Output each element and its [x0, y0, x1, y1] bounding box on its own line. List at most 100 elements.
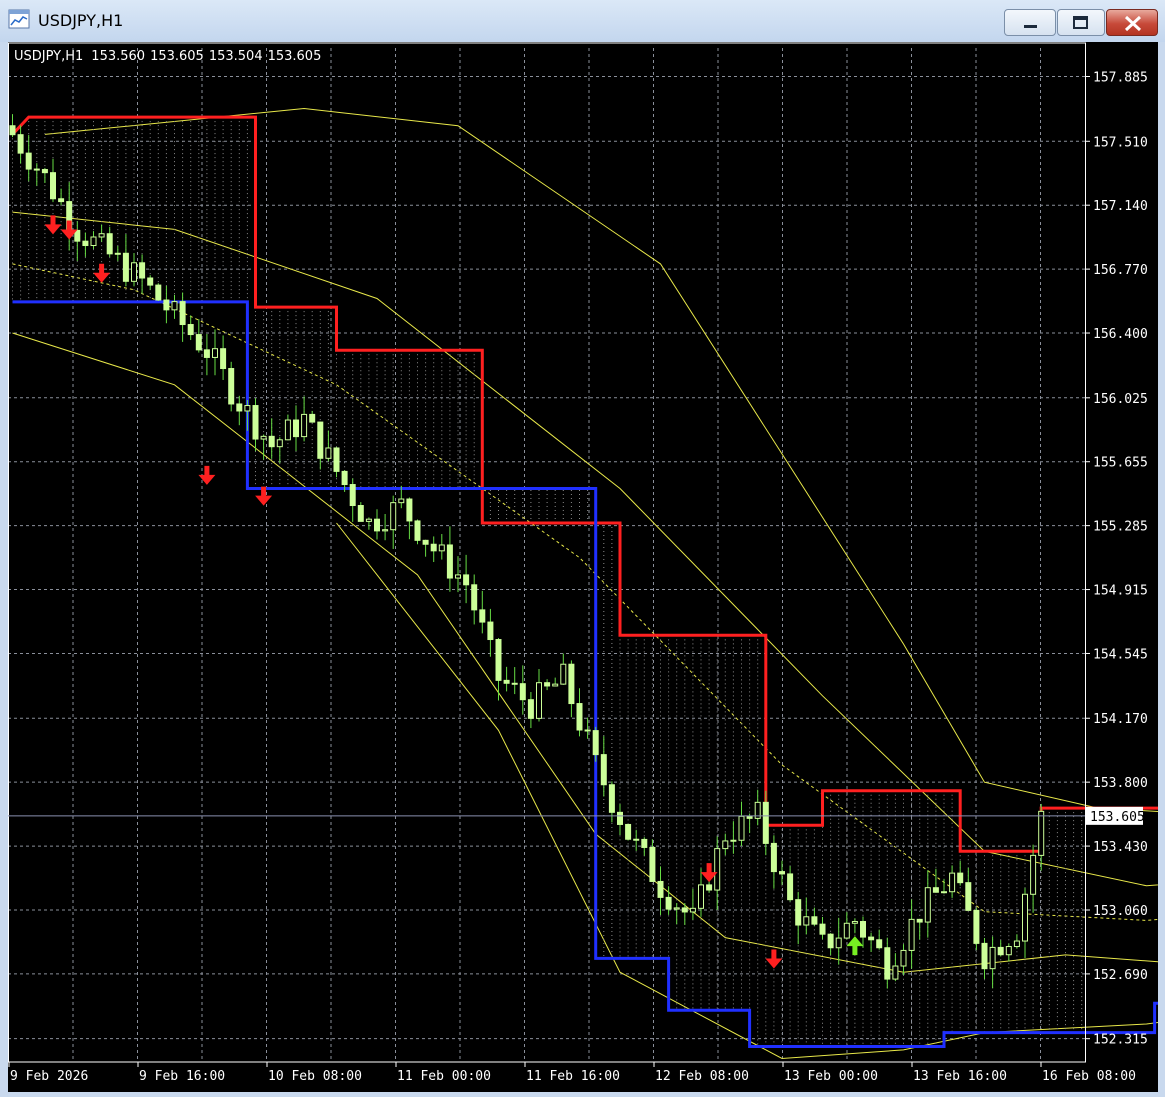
candle-down: [665, 896, 672, 910]
candle-up: [438, 544, 445, 552]
candle-up: [673, 907, 680, 910]
minimize-button[interactable]: [1004, 9, 1056, 36]
title-bar[interactable]: USDJPY,H1: [0, 0, 1165, 42]
candle-up: [365, 518, 372, 522]
x-tick-label: 13 Feb 00:00: [784, 1069, 878, 1084]
candle-down: [657, 880, 664, 898]
y-tick-label: 155.655: [1093, 456, 1148, 471]
candle-down: [406, 498, 413, 522]
candle-down: [414, 520, 421, 541]
candle-up: [455, 574, 461, 579]
symbol-label: USDJPY,H1: [14, 49, 83, 64]
close-button[interactable]: [1106, 9, 1158, 36]
candle-up: [98, 233, 105, 238]
candle-up: [924, 887, 931, 923]
candle-up: [284, 419, 291, 441]
current-price-label: 153.605: [1090, 810, 1145, 825]
candle-down: [779, 871, 785, 875]
candle-down: [568, 663, 575, 705]
candle-down: [203, 349, 210, 358]
candle-up: [260, 435, 267, 440]
candle-down: [819, 923, 826, 935]
candle-up: [949, 872, 956, 893]
candle-down: [503, 679, 510, 684]
candle-up: [301, 413, 308, 438]
y-tick-label: 154.545: [1093, 647, 1148, 662]
candle-up: [730, 839, 737, 842]
y-tick-label: 155.285: [1093, 520, 1148, 535]
x-tick-label: 16 Feb 08:00: [1042, 1069, 1136, 1084]
candle-down: [268, 435, 275, 448]
candle-down: [293, 419, 299, 438]
restore-icon: [1073, 16, 1088, 29]
candle-down: [236, 403, 243, 412]
candle-down: [957, 872, 964, 884]
candle-down: [795, 899, 802, 926]
ohlc-header: USDJPY,H1 153.560 153.605 153.504 153.605: [14, 49, 321, 64]
candle-down: [163, 299, 170, 311]
candle-down: [932, 887, 939, 893]
candle-down: [519, 683, 526, 701]
candle-down: [746, 815, 753, 819]
candle-up: [803, 916, 810, 926]
candle-down: [147, 277, 154, 286]
candle-down: [965, 882, 972, 911]
candle-up: [738, 815, 745, 841]
candle-up: [276, 439, 283, 448]
y-tick-label: 157.140: [1093, 199, 1148, 214]
x-tick-label: 11 Feb 16:00: [526, 1069, 620, 1084]
band-lower-inner: [12, 332, 1165, 973]
candle-down: [41, 169, 48, 174]
candle-down: [868, 936, 875, 941]
candle-down: [641, 838, 648, 848]
candle-up: [892, 965, 899, 980]
candle-up: [536, 682, 542, 719]
sell-arrow-icon: [198, 465, 216, 485]
close-value: 153.605: [268, 49, 322, 64]
y-tick-label: 156.400: [1093, 327, 1148, 342]
low-value: 153.504: [209, 49, 263, 64]
candle-up: [131, 262, 137, 282]
y-tick-label: 157.510: [1093, 135, 1148, 150]
candle-down: [916, 918, 923, 923]
candle-down: [139, 262, 146, 279]
candle-down: [860, 921, 866, 938]
candle-down: [981, 942, 988, 970]
candle-up: [382, 529, 389, 532]
candle-down: [341, 470, 348, 486]
candle-down: [600, 754, 607, 786]
candle-down: [228, 368, 235, 405]
candle-down: [463, 574, 470, 586]
chart-window-icon: [8, 9, 30, 29]
candle-down: [876, 939, 883, 949]
y-tick-label: 152.315: [1093, 1033, 1148, 1048]
stop-lines: [11, 115, 1165, 1048]
candle-down: [155, 284, 162, 301]
buy-arrow-icon: [846, 936, 864, 956]
terminal-window: USDJPY,H1 157.885 157.510 157.140 156.770 15…: [0, 0, 1165, 1097]
candle-down: [195, 334, 202, 351]
x-tick-label: 11 Feb 00:00: [397, 1069, 491, 1084]
candle-down: [220, 348, 227, 370]
candle-up: [835, 937, 842, 949]
candle-up: [244, 405, 251, 412]
candle-up: [941, 891, 947, 894]
candle-up: [114, 252, 121, 255]
candle-up: [1030, 854, 1037, 895]
candle-down: [592, 730, 599, 756]
sell-arrow-icon: [93, 263, 111, 283]
candle-up: [698, 884, 704, 909]
signal-arrows: [44, 215, 864, 969]
envelope-bands: [12, 107, 1165, 1060]
price-chart[interactable]: 157.885 157.510 157.140 156.770 156.400 156.0…: [8, 42, 1165, 1092]
y-tick-label: 153.060: [1093, 904, 1148, 919]
maximize-button[interactable]: [1057, 9, 1105, 36]
chart-canvas[interactable]: 157.885 157.510 157.140 156.770 156.400 156.0…: [8, 42, 1165, 1092]
candle-up: [908, 918, 915, 951]
candle-up: [325, 447, 332, 459]
candle-up: [900, 949, 907, 967]
candle-down: [608, 784, 615, 813]
candle-up: [90, 236, 97, 247]
candle-down: [495, 639, 502, 681]
candle-down: [357, 505, 364, 522]
